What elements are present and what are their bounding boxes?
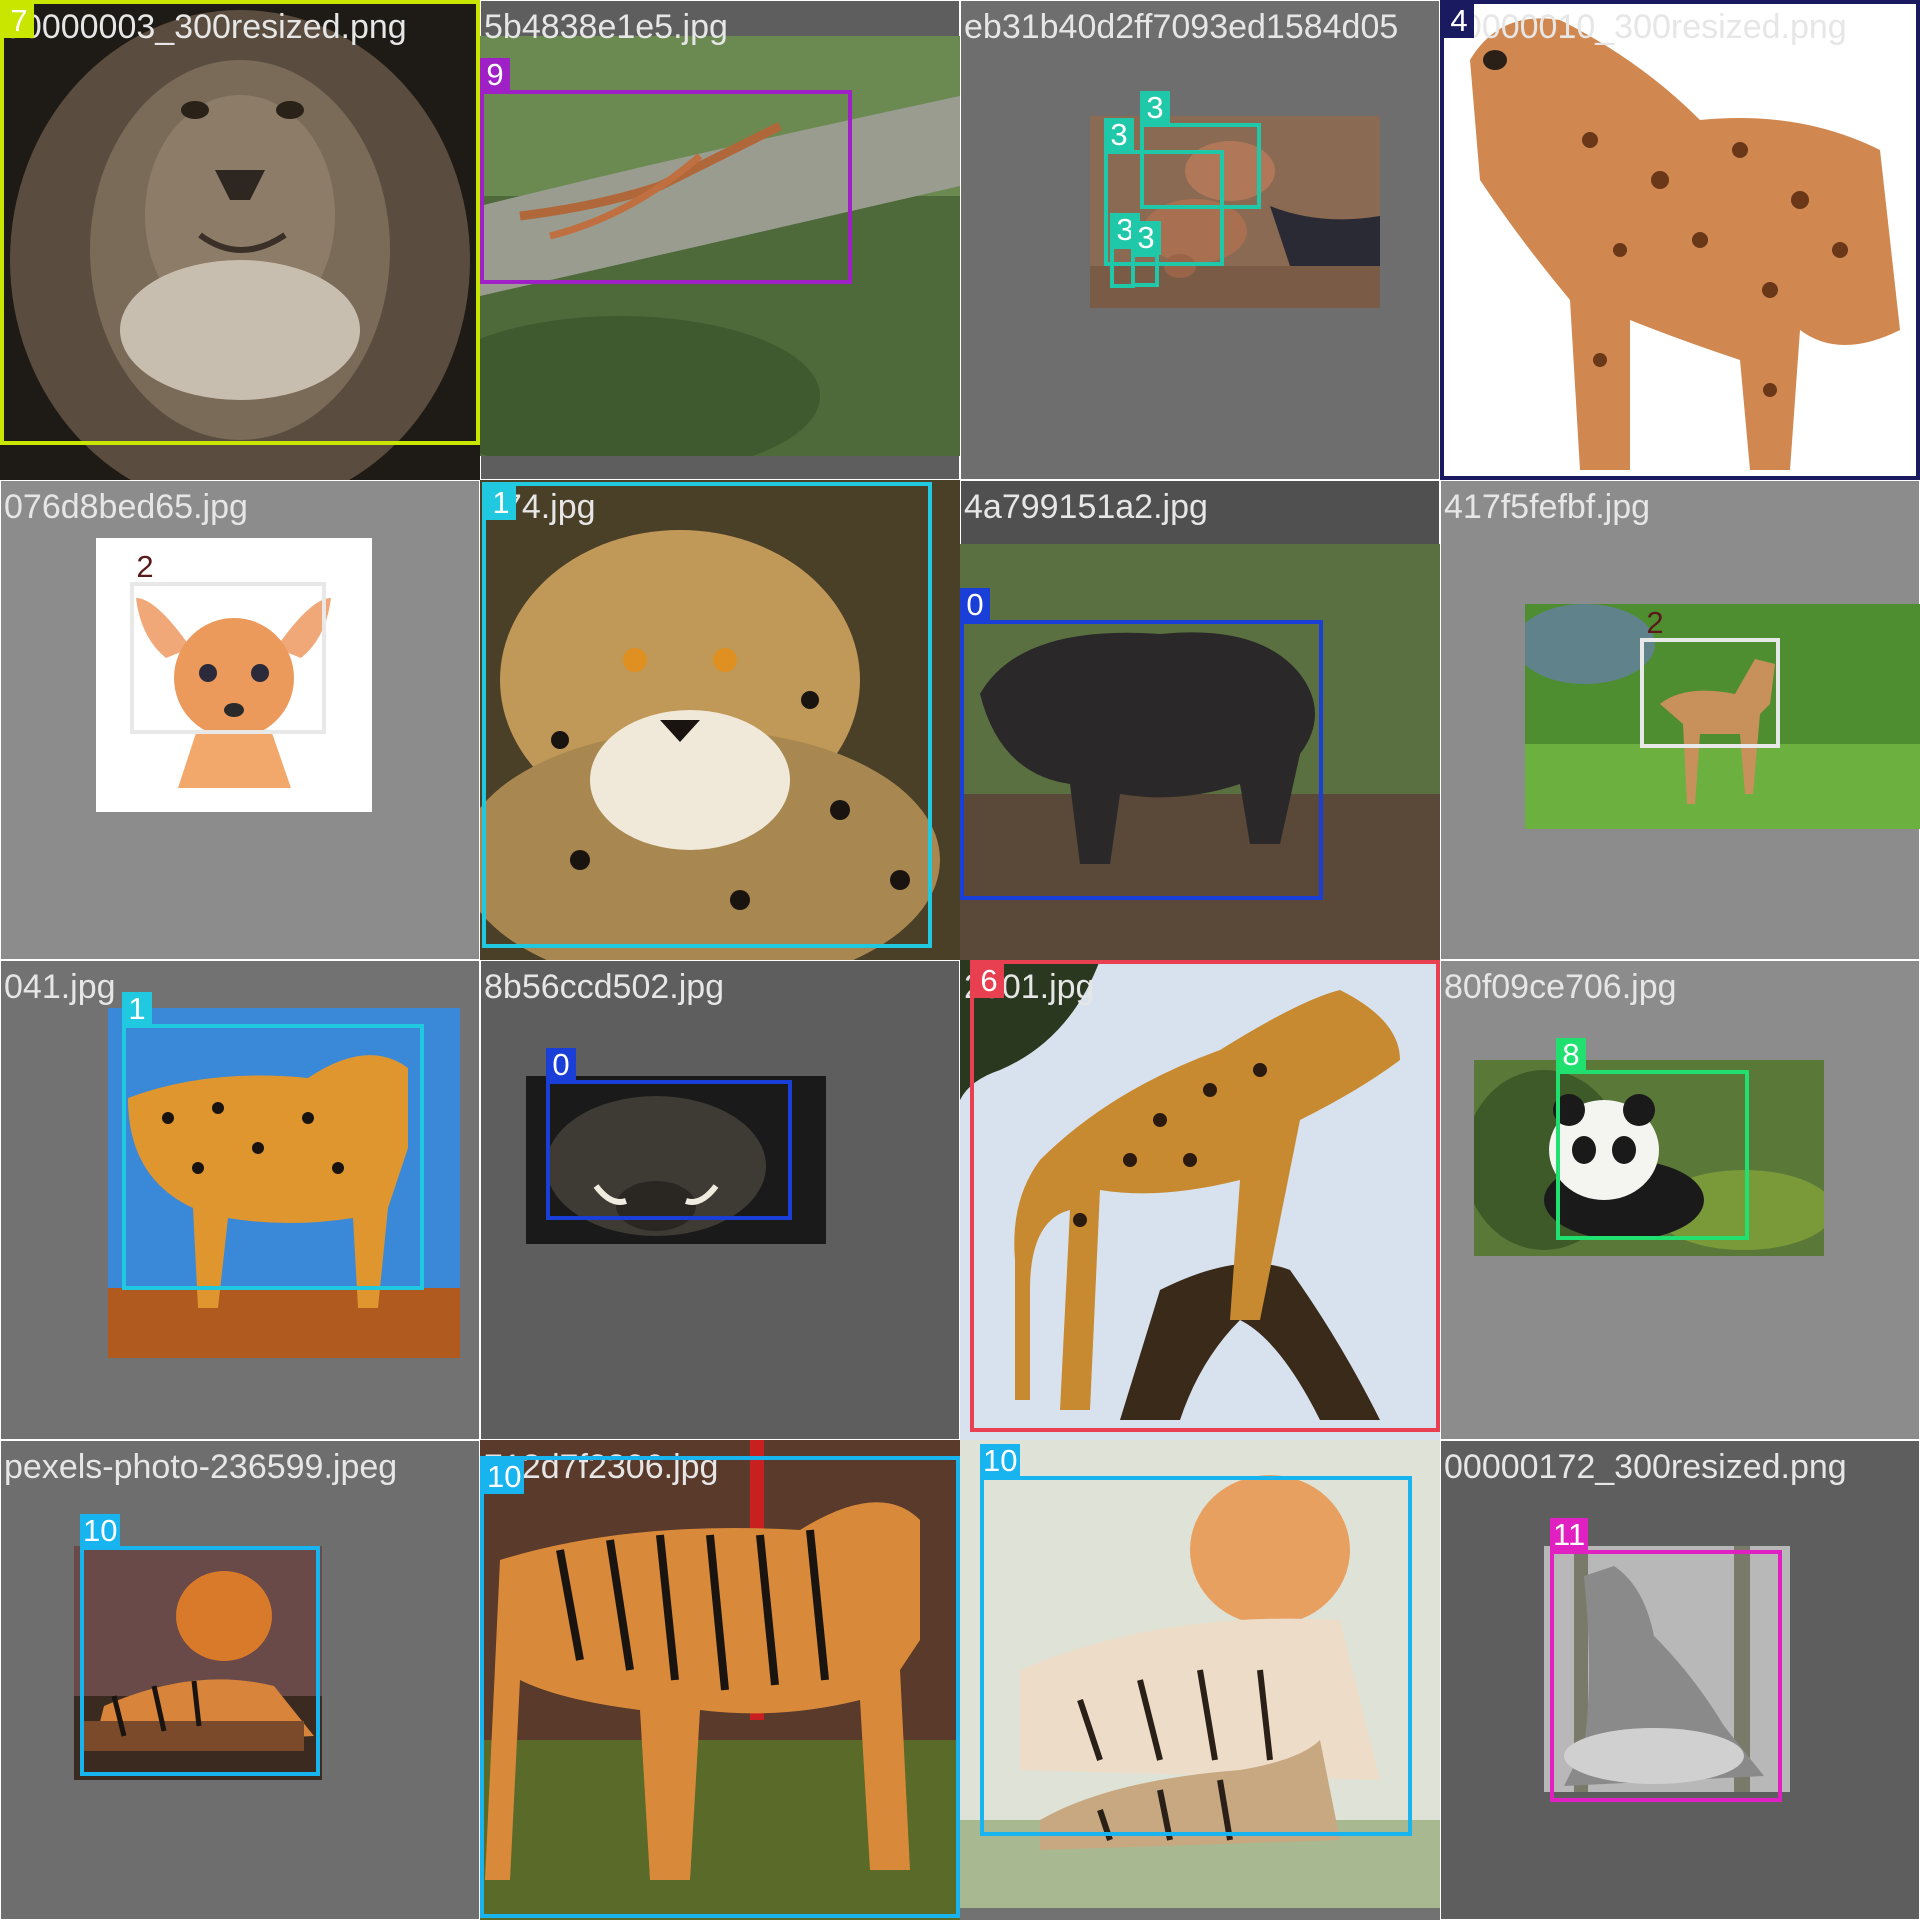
bounding-box[interactable]: 7 [0,0,480,445]
tile-leopard: 2001.jpg 6 [960,960,1440,1440]
filename-label: 00000172_300resized.png [1444,1448,1847,1486]
bounding-box[interactable]: 3 [1131,221,1161,287]
bounding-box[interactable]: 9 [480,58,852,284]
bounding-box[interactable]: 10 [80,1514,320,1776]
tile-cheetah-standing: 041.jpg 1 [0,960,480,1440]
class-label: 11 [1550,1518,1589,1552]
tile-boar: 4a799151a2.jpg 0 [960,480,1440,960]
filename-label: 417f5fefbf.jpg [1444,488,1651,526]
tile-hyena: 00000010_300resized.png 4 [1440,0,1920,480]
tile-lion: 00000003_300resized.png 7 [0,0,480,480]
class-label: 2 [1646,605,1664,640]
class-label: 0 [546,1048,576,1082]
bounding-box[interactable]: 8 [1556,1038,1749,1240]
bounding-box[interactable]: 10 [980,1444,1412,1836]
filename-label: pexels-photo-236599.jpeg [4,1448,398,1486]
class-label: 10 [484,1460,525,1494]
class-label: 7 [4,4,34,38]
tile-wolf: 00000172_300resized.png 11 [1440,1440,1920,1920]
tile-panda: 80f09ce706.jpg 8 [1440,960,1920,1440]
class-label: 2 [136,549,154,584]
class-label: 6 [974,964,1004,998]
class-label: 1 [122,992,152,1026]
class-label: 9 [480,58,510,92]
filename-label: 80f09ce706.jpg [1444,968,1677,1006]
tile-tiger-walking: 712d7f2306.jpg 10 [480,1440,960,1920]
tile-tiger-log: pexels-photo-236599.jpeg 10 [0,1440,480,1920]
class-label: 3 [1131,221,1161,255]
bounding-box[interactable]: 11 [1550,1518,1782,1802]
bounding-box[interactable]: 0 [960,588,1323,900]
tile-boar-closeup: 8b56ccd502.jpg 0 [480,960,960,1440]
tile-fawn-grass: 417f5fefbf.jpg 2 [1440,480,1920,960]
filename-label: eb31b40d2ff7093ed1584d05 [964,8,1399,46]
tile-elephants: eb31b40d2ff7093ed1584d05 3 3 3 3 [960,0,1440,480]
bounding-box[interactable]: 10 [480,1456,960,1918]
tile-snake: 5b4838e1e5.jpg 9 [480,0,960,480]
filename-label: 8b56ccd502.jpg [484,968,725,1006]
class-label: 4 [1444,4,1474,38]
filename-label: 4a799151a2.jpg [964,488,1208,526]
class-label: 3 [1104,118,1134,152]
class-label: 10 [980,1444,1021,1478]
filename-label: 041.jpg [4,968,116,1006]
filename-label: 5b4838e1e5.jpg [484,8,728,46]
class-label: 0 [960,588,990,622]
class-label: 3 [1140,91,1170,125]
bounding-box[interactable]: 0 [546,1048,792,1220]
class-label: 8 [1556,1038,1586,1072]
bounding-box[interactable]: 4 [1440,0,1920,480]
image-grid: 00000003_300resized.png 7 5b4838e1e5.jpg 9… [0,0,1920,1920]
filename-label: 076d8bed65.jpg [4,488,248,526]
bounding-box[interactable]: 2 [1640,606,1780,748]
tile-tigers: 10 [960,1440,1440,1920]
class-label: 10 [80,1514,121,1548]
tile-fawn-drawing: 076d8bed65.jpg 2 [0,480,480,960]
class-label: 1 [486,486,516,520]
tile-cheetah-cub: 074.jpg 1 [480,480,960,960]
bounding-box[interactable]: 2 [130,550,326,734]
bounding-box[interactable]: 1 [122,992,424,1290]
bounding-box[interactable]: 6 [970,960,1440,1432]
bounding-box[interactable]: 1 [482,482,932,948]
